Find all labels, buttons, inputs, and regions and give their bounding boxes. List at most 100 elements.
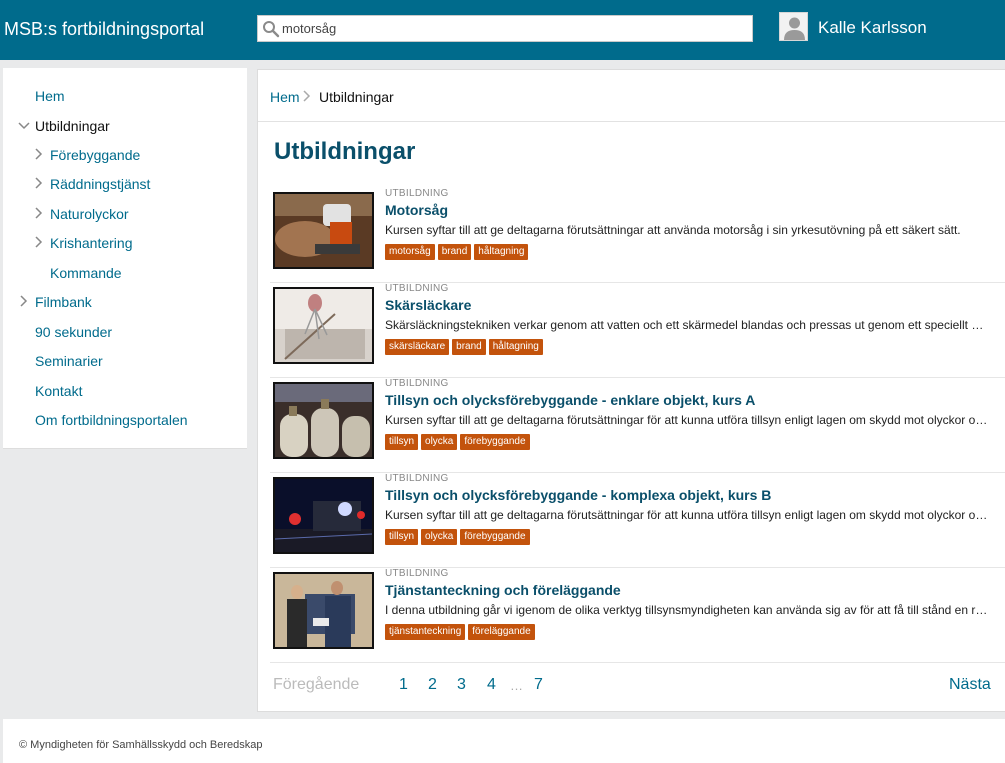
course-title-link[interactable]: Tillsyn och olycksförebyggande - komplex… [385,487,771,503]
user-icon [780,13,807,40]
sidebar-nav: Hem Utbildningar Förebyggande Räddningst… [3,68,247,449]
sidebar-item-label: Kommande [50,265,122,281]
course-thumbnail[interactable] [273,477,374,554]
tag[interactable]: tillsyn [385,434,419,450]
site-brand[interactable]: MSB:s fortbildningsportal [4,19,204,40]
sidebar-item-label: Seminarier [35,353,103,369]
list-item: UTBILDNING Skärsläckare Skärsläckningste… [270,283,1005,378]
tag[interactable]: olycka [421,434,458,450]
course-description: Kursen syftar till att ge deltagarna för… [385,223,961,237]
chevron-right-icon [35,236,43,248]
sidebar-item-kommande[interactable]: Kommande [3,261,247,287]
sidebar-item-90-sekunder[interactable]: 90 sekunder [3,320,247,346]
next-page-button[interactable]: Nästa [949,676,991,694]
tag[interactable]: förebyggande [460,529,530,545]
copyright-text: © Myndigheten för Samhällsskydd och Bere… [19,739,263,751]
course-thumbnail[interactable] [273,382,374,459]
sidebar-item-label: Utbildningar [35,118,110,134]
sidebar-item-krishantering[interactable]: Krishantering [3,231,247,257]
tag[interactable]: motorsåg [385,244,435,260]
chainsaw-photo [275,194,372,267]
course-title-link[interactable]: Tjänstanteckning och föreläggande [385,582,621,598]
list-item: UTBILDNING Tillsyn och olycksförebyggand… [270,378,1005,473]
course-type: UTBILDNING [385,378,449,389]
page-title: Utbildningar [274,138,416,165]
breadcrumb: Hem Utbildningar [258,70,1005,122]
tag[interactable]: tillsyn [385,529,419,545]
gas-cylinders-photo [275,384,372,457]
sidebar-item-raddningstjanst[interactable]: Räddningstjänst [3,172,247,198]
sidebar-item-label: 90 sekunder [35,324,113,340]
course-title-link[interactable]: Tillsyn och olycksförebyggande - enklare… [385,392,755,408]
course-thumbnail[interactable] [273,192,374,269]
chevron-right-icon [35,148,43,160]
top-bar: MSB:s fortbildningsportal Kalle Karlsson [0,0,1005,60]
user-name[interactable]: Kalle Karlsson [818,18,927,38]
page-link-3[interactable]: 3 [457,676,466,694]
course-type: UTBILDNING [385,188,449,199]
tag[interactable]: tjänstanteckning [385,624,466,640]
course-type: UTBILDNING [385,473,449,484]
tag[interactable]: brand [437,244,472,260]
main-content: Hem Utbildningar Utbildningar UTBILDNING… [257,69,1005,712]
tag-list: skärsläckare brand håltagning [385,339,546,355]
tag[interactable]: brand [452,339,486,355]
course-description: Kursen syftar till att ge deltagarna för… [385,508,990,522]
sidebar-item-utbildningar[interactable]: Utbildningar [3,114,247,140]
sidebar-item-om[interactable]: Om fortbildningsportalen [3,408,247,434]
list-item: UTBILDNING Tjänstanteckning och förelägg… [270,568,1005,663]
list-item: UTBILDNING Tillsyn och olycksförebyggand… [270,473,1005,568]
search-icon [263,21,280,38]
breadcrumb-home-link[interactable]: Hem [270,89,300,105]
sidebar-item-naturolyckor[interactable]: Naturolyckor [3,202,247,228]
chevron-right-icon [35,207,43,219]
sidebar-item-label: Hem [35,88,65,104]
tag[interactable]: olycka [421,529,458,545]
page-link-last[interactable]: 7 [534,676,543,694]
tag[interactable]: skärsläckare [385,339,450,355]
sidebar-item-label: Krishantering [50,235,133,251]
course-thumbnail[interactable] [273,572,374,649]
tag[interactable]: håltagning [488,339,543,355]
course-thumbnail[interactable] [273,287,374,364]
sidebar-item-label: Kontakt [35,383,83,399]
course-description: Kursen syftar till att ge deltagarna för… [385,413,990,427]
night-truck-photo [275,479,372,552]
course-title-link[interactable]: Skärsläckare [385,297,471,313]
sidebar-item-seminarier[interactable]: Seminarier [3,349,247,375]
page-link-4[interactable]: 4 [487,676,496,694]
sidebar-item-hem[interactable]: Hem [3,84,247,110]
tag[interactable]: förebyggande [460,434,530,450]
sidebar-item-label: Räddningstjänst [50,176,151,192]
tag-list: motorsåg brand håltagning [385,244,531,260]
prev-page-button[interactable]: Föregående [273,676,359,694]
search-input[interactable] [282,16,750,41]
footer: © Myndigheten för Samhällsskydd och Bere… [3,719,1005,763]
sidebar-item-label: Naturolyckor [50,206,129,222]
chevron-right-icon [20,295,28,307]
pagination: Föregående 1 2 3 4 … 7 Nästa [258,660,1005,693]
page-link-2[interactable]: 2 [428,676,437,694]
breadcrumb-current: Utbildningar [319,89,394,105]
sidebar-item-kontakt[interactable]: Kontakt [3,379,247,405]
sidebar-item-label: Filmbank [35,294,92,310]
inspection-photo [275,574,372,647]
sidebar-item-label: Förebyggande [50,147,141,163]
tag-list: tillsyn olycka förebyggande [385,529,533,545]
tag-list: tillsyn olycka förebyggande [385,434,533,450]
avatar[interactable] [779,12,808,41]
sidebar-item-forebyggande[interactable]: Förebyggande [3,143,247,169]
chevron-down-icon [18,122,30,130]
course-title-link[interactable]: Motorsåg [385,202,448,218]
chevron-right-icon [35,177,43,189]
fire-cutter-photo [275,289,372,362]
page-link-1[interactable]: 1 [399,676,408,694]
search-box[interactable] [257,15,753,42]
course-description: Skärsläckningstekniken verkar genom att … [385,318,990,332]
sidebar-item-filmbank[interactable]: Filmbank [3,290,247,316]
tag[interactable]: håltagning [474,244,529,260]
tag-list: tjänstanteckning föreläggande [385,624,538,640]
course-type: UTBILDNING [385,568,449,579]
chevron-right-icon [303,90,311,102]
tag[interactable]: föreläggande [468,624,535,640]
